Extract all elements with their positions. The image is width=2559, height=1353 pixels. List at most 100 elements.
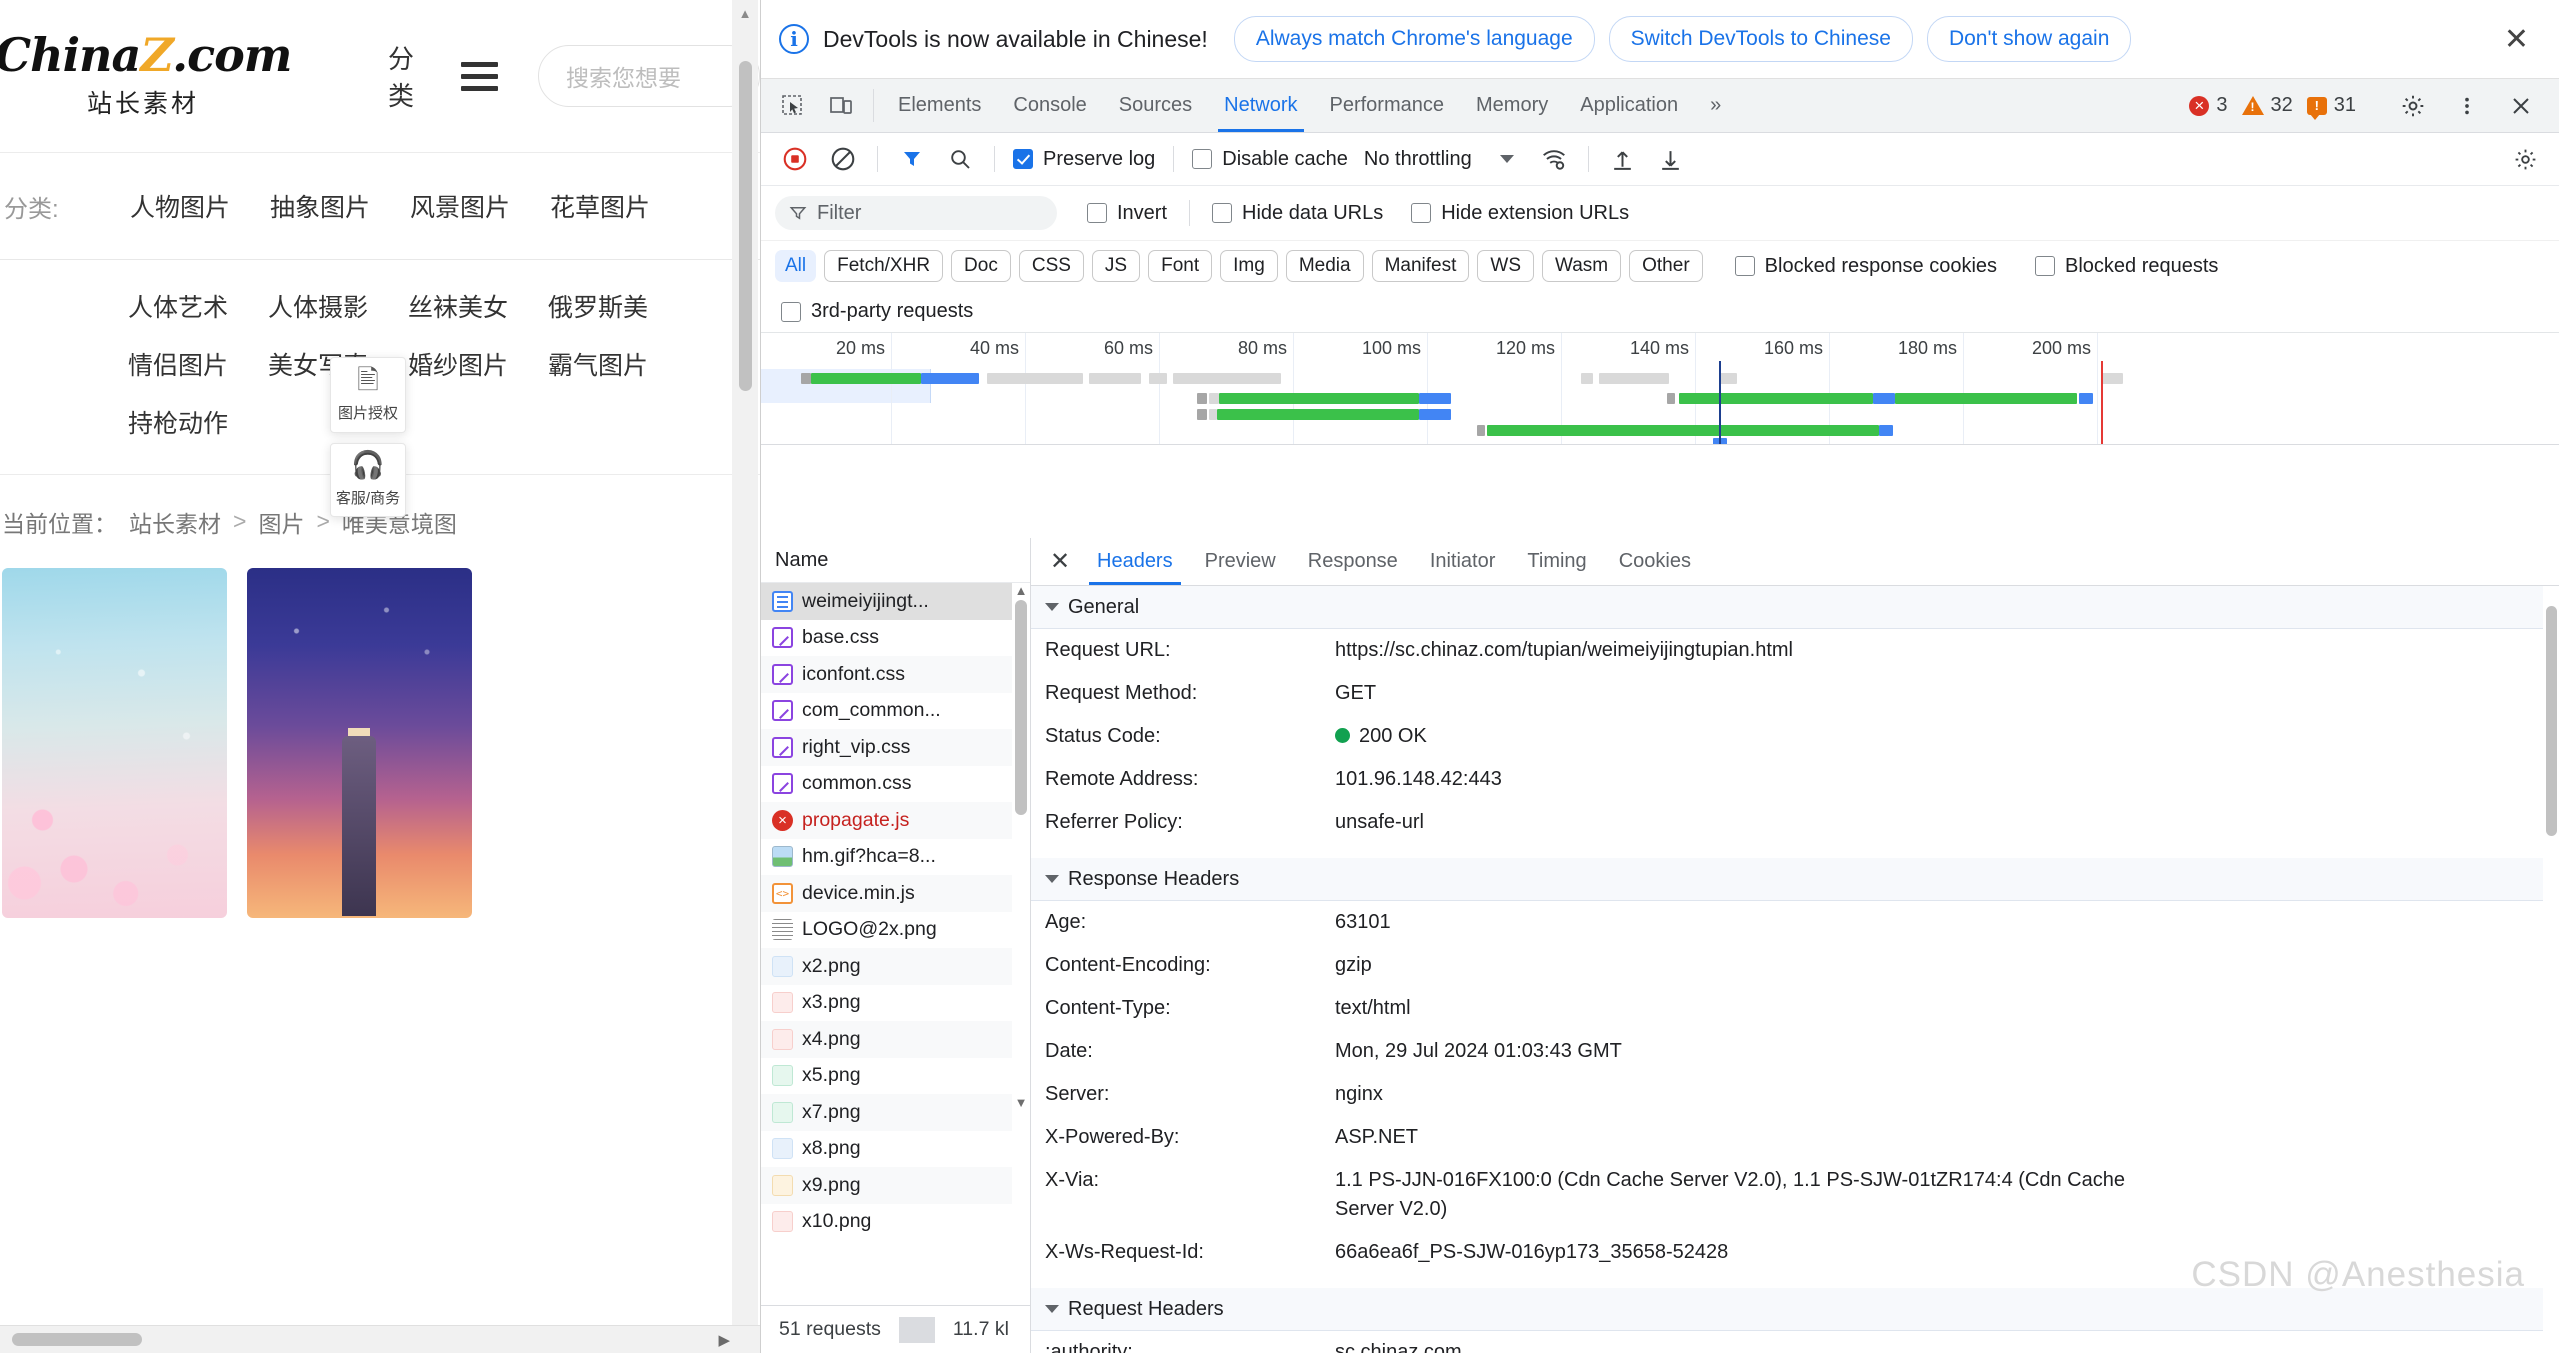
- network-conditions-icon[interactable]: [1532, 137, 1576, 181]
- request-list-scrollbar[interactable]: ▲ ▼: [1012, 583, 1030, 1305]
- table-row[interactable]: <> device.min.js: [761, 875, 1030, 912]
- type-filter-wasm[interactable]: Wasm: [1542, 250, 1622, 282]
- table-row[interactable]: x8.png: [761, 1131, 1030, 1168]
- table-row[interactable]: x10.png: [761, 1204, 1030, 1241]
- hamburger-icon[interactable]: [461, 61, 499, 91]
- filter-icon[interactable]: [890, 137, 934, 181]
- error-count-badge[interactable]: 3: [2185, 94, 2231, 117]
- category-link-abstract[interactable]: 抽象图片: [270, 188, 370, 224]
- type-filter-css[interactable]: CSS: [1018, 250, 1084, 282]
- type-filter-all[interactable]: All: [775, 250, 817, 282]
- breadcrumb-item-1[interactable]: 图片: [258, 505, 304, 539]
- detail-scrollbar[interactable]: [2543, 586, 2559, 1353]
- table-row[interactable]: base.css: [761, 620, 1030, 657]
- scroll-up-arrow-icon[interactable]: ▲: [1012, 583, 1030, 598]
- throttling-select[interactable]: No throttling: [1364, 148, 1514, 171]
- detail-tab-timing[interactable]: Timing: [1511, 538, 1602, 585]
- hide-extension-urls-checkbox[interactable]: Hide extension URLs: [1411, 202, 1629, 225]
- close-icon[interactable]: [2497, 94, 2545, 118]
- import-har-icon[interactable]: [1601, 137, 1645, 181]
- preserve-log-checkbox[interactable]: Preserve log: [1013, 148, 1155, 171]
- table-row[interactable]: common.css: [761, 766, 1030, 803]
- scroll-right-arrow-icon[interactable]: ▶: [718, 1331, 730, 1349]
- type-filter-js[interactable]: JS: [1091, 250, 1141, 282]
- table-row[interactable]: x2.png: [761, 948, 1030, 985]
- table-row[interactable]: right_vip.css: [761, 729, 1030, 766]
- gear-icon[interactable]: [2503, 137, 2547, 181]
- float-widget-license[interactable]: 🖹 图片授权: [330, 357, 406, 433]
- tab-sources[interactable]: Sources: [1103, 79, 1208, 132]
- scrollbar-thumb[interactable]: [2545, 606, 2557, 836]
- table-row[interactable]: com_common...: [761, 693, 1030, 730]
- float-widget-support[interactable]: 🎧 客服/商务: [330, 443, 406, 517]
- kebab-menu-icon[interactable]: [2443, 95, 2491, 117]
- tab-network[interactable]: Network: [1208, 79, 1313, 132]
- inspect-element-icon[interactable]: [769, 79, 817, 132]
- type-filter-ws[interactable]: WS: [1477, 250, 1534, 282]
- subcategory-link-1-0[interactable]: 情侣图片: [128, 346, 228, 382]
- scrollbar-thumb[interactable]: [738, 61, 752, 391]
- detail-tab-cookies[interactable]: Cookies: [1603, 538, 1707, 585]
- subcategory-link-0-1[interactable]: 人体摄影: [268, 288, 368, 324]
- subcategory-link-0-0[interactable]: 人体艺术: [128, 288, 228, 324]
- search-input[interactable]: 搜索您想要: [538, 45, 760, 107]
- close-icon[interactable]: ✕: [2492, 22, 2541, 57]
- section-general[interactable]: General: [1031, 586, 2559, 629]
- subcategory-link-1-2[interactable]: 婚纱图片: [408, 346, 508, 382]
- type-filter-img[interactable]: Img: [1220, 250, 1278, 282]
- switch-to-chinese-button[interactable]: Switch DevTools to Chinese: [1608, 16, 1913, 62]
- hide-data-urls-checkbox[interactable]: Hide data URLs: [1212, 202, 1383, 225]
- subcategory-link-1-3[interactable]: 霸气图片: [548, 346, 648, 382]
- tab-elements[interactable]: Elements: [882, 79, 997, 132]
- invert-checkbox[interactable]: Invert: [1087, 202, 1167, 225]
- export-har-icon[interactable]: [1649, 137, 1693, 181]
- close-icon[interactable]: ✕: [1039, 547, 1081, 576]
- dont-show-again-button[interactable]: Don't show again: [1926, 16, 2132, 62]
- clear-icon[interactable]: [821, 137, 865, 181]
- always-match-language-button[interactable]: Always match Chrome's language: [1233, 16, 1595, 62]
- table-row[interactable]: hm.gif?hca=8...: [761, 839, 1030, 876]
- type-filter-doc[interactable]: Doc: [951, 250, 1011, 282]
- blocked-requests-checkbox[interactable]: Blocked requests: [2035, 255, 2218, 278]
- table-row[interactable]: propagate.js: [761, 802, 1030, 839]
- subcategory-link-0-3[interactable]: 俄罗斯美: [548, 288, 648, 324]
- type-filter-other[interactable]: Other: [1629, 250, 1703, 282]
- subcategory-link-2-0[interactable]: 持枪动作: [128, 404, 228, 440]
- breadcrumb-item-0[interactable]: 站长素材: [129, 505, 221, 539]
- type-filter-fetch-xhr[interactable]: Fetch/XHR: [824, 250, 944, 282]
- chevron-double-right-icon[interactable]: »: [1694, 79, 1737, 132]
- section-request-headers[interactable]: Request Headers: [1031, 1288, 2559, 1331]
- table-row[interactable]: x5.png: [761, 1058, 1030, 1095]
- table-row[interactable]: LOGO@2x.png: [761, 912, 1030, 949]
- tab-performance[interactable]: Performance: [1314, 79, 1461, 132]
- scrollbar-thumb[interactable]: [12, 1333, 142, 1346]
- blocked-response-cookies-checkbox[interactable]: Blocked response cookies: [1734, 255, 1997, 278]
- page-vertical-scrollbar[interactable]: ▲: [732, 0, 758, 1325]
- warning-count-badge[interactable]: 32: [2238, 94, 2297, 117]
- detail-tab-initiator[interactable]: Initiator: [1414, 538, 1512, 585]
- tab-memory[interactable]: Memory: [1460, 79, 1564, 132]
- third-party-requests-checkbox[interactable]: 3rd-party requests: [781, 300, 973, 323]
- table-row[interactable]: iconfont.css: [761, 656, 1030, 693]
- filter-input[interactable]: Filter: [775, 196, 1057, 230]
- request-list-header[interactable]: Name: [761, 538, 1030, 583]
- scrollbar-thumb[interactable]: [1015, 600, 1027, 815]
- table-row[interactable]: weimeiyijingt...: [761, 583, 1030, 620]
- table-row[interactable]: x3.png: [761, 985, 1030, 1022]
- scroll-up-arrow-icon[interactable]: ▲: [732, 0, 758, 21]
- category-link-landscape[interactable]: 风景图片: [410, 188, 510, 224]
- category-link-flowers[interactable]: 花草图片: [550, 188, 650, 224]
- type-filter-media[interactable]: Media: [1285, 250, 1364, 282]
- record-stop-icon[interactable]: [773, 137, 817, 181]
- type-filter-font[interactable]: Font: [1148, 250, 1213, 282]
- device-toolbar-icon[interactable]: [817, 79, 865, 132]
- tab-console[interactable]: Console: [997, 79, 1102, 132]
- site-logo[interactable]: ChinaZ.com 站长素材: [0, 32, 292, 120]
- subcategory-link-0-2[interactable]: 丝袜美女: [408, 288, 508, 324]
- tab-application[interactable]: Application: [1564, 79, 1694, 132]
- image-thumbnail[interactable]: [247, 568, 472, 918]
- table-row[interactable]: x4.png: [761, 1021, 1030, 1058]
- disable-cache-checkbox[interactable]: Disable cache: [1192, 148, 1348, 171]
- category-link-people[interactable]: 人物图片: [130, 188, 230, 224]
- detail-tab-preview[interactable]: Preview: [1189, 538, 1292, 585]
